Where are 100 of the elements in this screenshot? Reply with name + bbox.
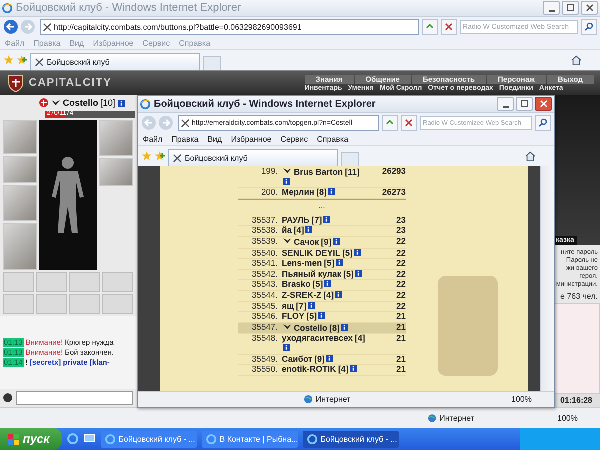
- windows-flag-icon: [8, 434, 19, 444]
- refresh-button[interactable]: [422, 19, 438, 35]
- desktop-icon[interactable]: [84, 433, 96, 445]
- rank-number: 35548.: [251, 334, 279, 346]
- smiley-icon[interactable]: [3, 393, 13, 403]
- taskbar-button[interactable]: Бойцовский клуб - ...: [100, 430, 197, 448]
- crossed-swords-icon: [35, 58, 44, 66]
- add-favorite-icon[interactable]: [155, 151, 165, 161]
- globe-icon: [304, 395, 313, 404]
- window-title: Бойцовский клуб - Windows Internet Explorer: [154, 98, 376, 110]
- search-icon: [584, 22, 594, 32]
- maximize-button[interactable]: [516, 97, 533, 111]
- stop-button[interactable]: [401, 115, 417, 131]
- player-name[interactable]: Сачок: [294, 236, 320, 247]
- stop-button[interactable]: [441, 19, 457, 35]
- browser-icon: [140, 98, 151, 110]
- player-name[interactable]: FLOY: [282, 311, 305, 322]
- player-name[interactable]: йа: [282, 225, 292, 236]
- info-icon[interactable]: [118, 100, 125, 106]
- player-name[interactable]: Z-SREK-Z: [282, 290, 322, 300]
- close-button[interactable]: [535, 97, 552, 111]
- address-field[interactable]: http://capitalcity.combats.com/buttons.pl?battle=0.0632982690093691: [40, 19, 419, 35]
- crossed-swords-icon: [173, 154, 182, 162]
- info-icon[interactable]: [336, 259, 343, 266]
- player-level: [4]: [294, 225, 304, 236]
- taskbar-button[interactable]: Бойцовский клуб - ...: [302, 430, 399, 448]
- rank-number: 35541.: [251, 259, 279, 269]
- info-icon[interactable]: [323, 216, 330, 223]
- weapon-slot: [3, 184, 37, 221]
- character-name: Costello: [63, 98, 99, 108]
- player-name[interactable]: Brus Barton: [294, 167, 344, 177]
- info-icon[interactable]: [318, 312, 326, 320]
- minimize-icon: [548, 10, 554, 12]
- search-button[interactable]: [535, 115, 551, 131]
- rank-number: 35539.: [251, 236, 279, 248]
- browser-icon: [104, 434, 116, 444]
- home-icon[interactable]: [571, 54, 582, 66]
- score: 22: [396, 270, 406, 280]
- menu-item[interactable]: Правка: [172, 134, 199, 144]
- player-level: [9]: [314, 354, 325, 364]
- score: 22: [396, 302, 406, 312]
- score: 23: [396, 226, 406, 236]
- back-forward-icon[interactable]: [3, 19, 37, 35]
- browser-icon: [306, 434, 318, 444]
- taskbar-button[interactable]: В Контакте | Рыбна...: [202, 430, 298, 448]
- player-name[interactable]: Lens-men: [282, 258, 322, 268]
- player-name[interactable]: enotik-ROTIK: [282, 364, 336, 374]
- browser-tab[interactable]: Бойцовский клуб: [30, 53, 200, 70]
- rank-number: 199.: [260, 167, 279, 178]
- inventory-slot: [69, 272, 100, 292]
- chat-input[interactable]: [16, 391, 133, 405]
- player-name[interactable]: SENLIK DEYIL: [282, 248, 341, 258]
- player-name[interactable]: Пьяный кулак: [282, 268, 342, 279]
- close-button[interactable]: [581, 1, 598, 15]
- refresh-button[interactable]: [382, 115, 398, 131]
- info-icon[interactable]: [283, 344, 290, 351]
- info-icon[interactable]: [283, 178, 290, 185]
- menu-item[interactable]: Справка: [317, 134, 349, 144]
- player-name[interactable]: РАУЛЬ: [282, 214, 310, 225]
- ellipsis-text: ...: [318, 200, 326, 210]
- menu-item[interactable]: Файл: [143, 134, 163, 144]
- scrollbar[interactable]: [540, 166, 554, 391]
- menu-item[interactable]: Вид: [208, 134, 222, 144]
- menu-item[interactable]: Сервис: [280, 134, 308, 144]
- info-icon[interactable]: [340, 324, 348, 331]
- menu-item[interactable]: Избранное: [231, 134, 272, 144]
- info-icon[interactable]: [350, 365, 357, 372]
- player-name[interactable]: Costello: [294, 322, 328, 333]
- score: 22: [396, 259, 406, 269]
- browser-tab[interactable]: Бойцовский клуб: [168, 149, 338, 166]
- info-icon[interactable]: [305, 226, 312, 234]
- browser-icon[interactable]: [66, 433, 79, 445]
- zoom-level[interactable]: 100%: [512, 395, 532, 404]
- inventory-slot: [69, 294, 100, 314]
- info-icon[interactable]: [332, 238, 340, 245]
- favorites-star-icon[interactable]: [4, 55, 14, 65]
- info-icon[interactable]: [324, 280, 332, 288]
- favorites-star-icon[interactable]: [142, 151, 152, 161]
- inventory-slot: [102, 272, 133, 292]
- zoom-level[interactable]: 100%: [558, 414, 578, 422]
- player-name[interactable]: Мерлин: [282, 187, 315, 198]
- minimize-button[interactable]: [497, 97, 514, 111]
- player-name[interactable]: Brasko: [282, 279, 311, 290]
- maximize-button[interactable]: [562, 1, 579, 15]
- security-zone: Интернет: [316, 395, 351, 404]
- player-name[interactable]: уходягаситевсех: [282, 333, 353, 344]
- rank-number: 35544.: [251, 290, 279, 301]
- inventory-slot: [3, 294, 34, 314]
- search-button[interactable]: [581, 19, 597, 35]
- online-count: е 763 чел.: [560, 292, 598, 301]
- player-name[interactable]: ящ: [282, 300, 294, 311]
- start-button[interactable]: пуск: [0, 428, 62, 450]
- player-name[interactable]: Саибот: [282, 354, 313, 364]
- player-level: [5]: [344, 268, 354, 279]
- score: 23: [396, 216, 406, 226]
- search-icon: [538, 118, 548, 128]
- info-icon[interactable]: [328, 188, 335, 196]
- add-favorite-icon[interactable]: [17, 55, 27, 65]
- home-icon[interactable]: [525, 150, 536, 162]
- minimize-button[interactable]: [543, 1, 560, 15]
